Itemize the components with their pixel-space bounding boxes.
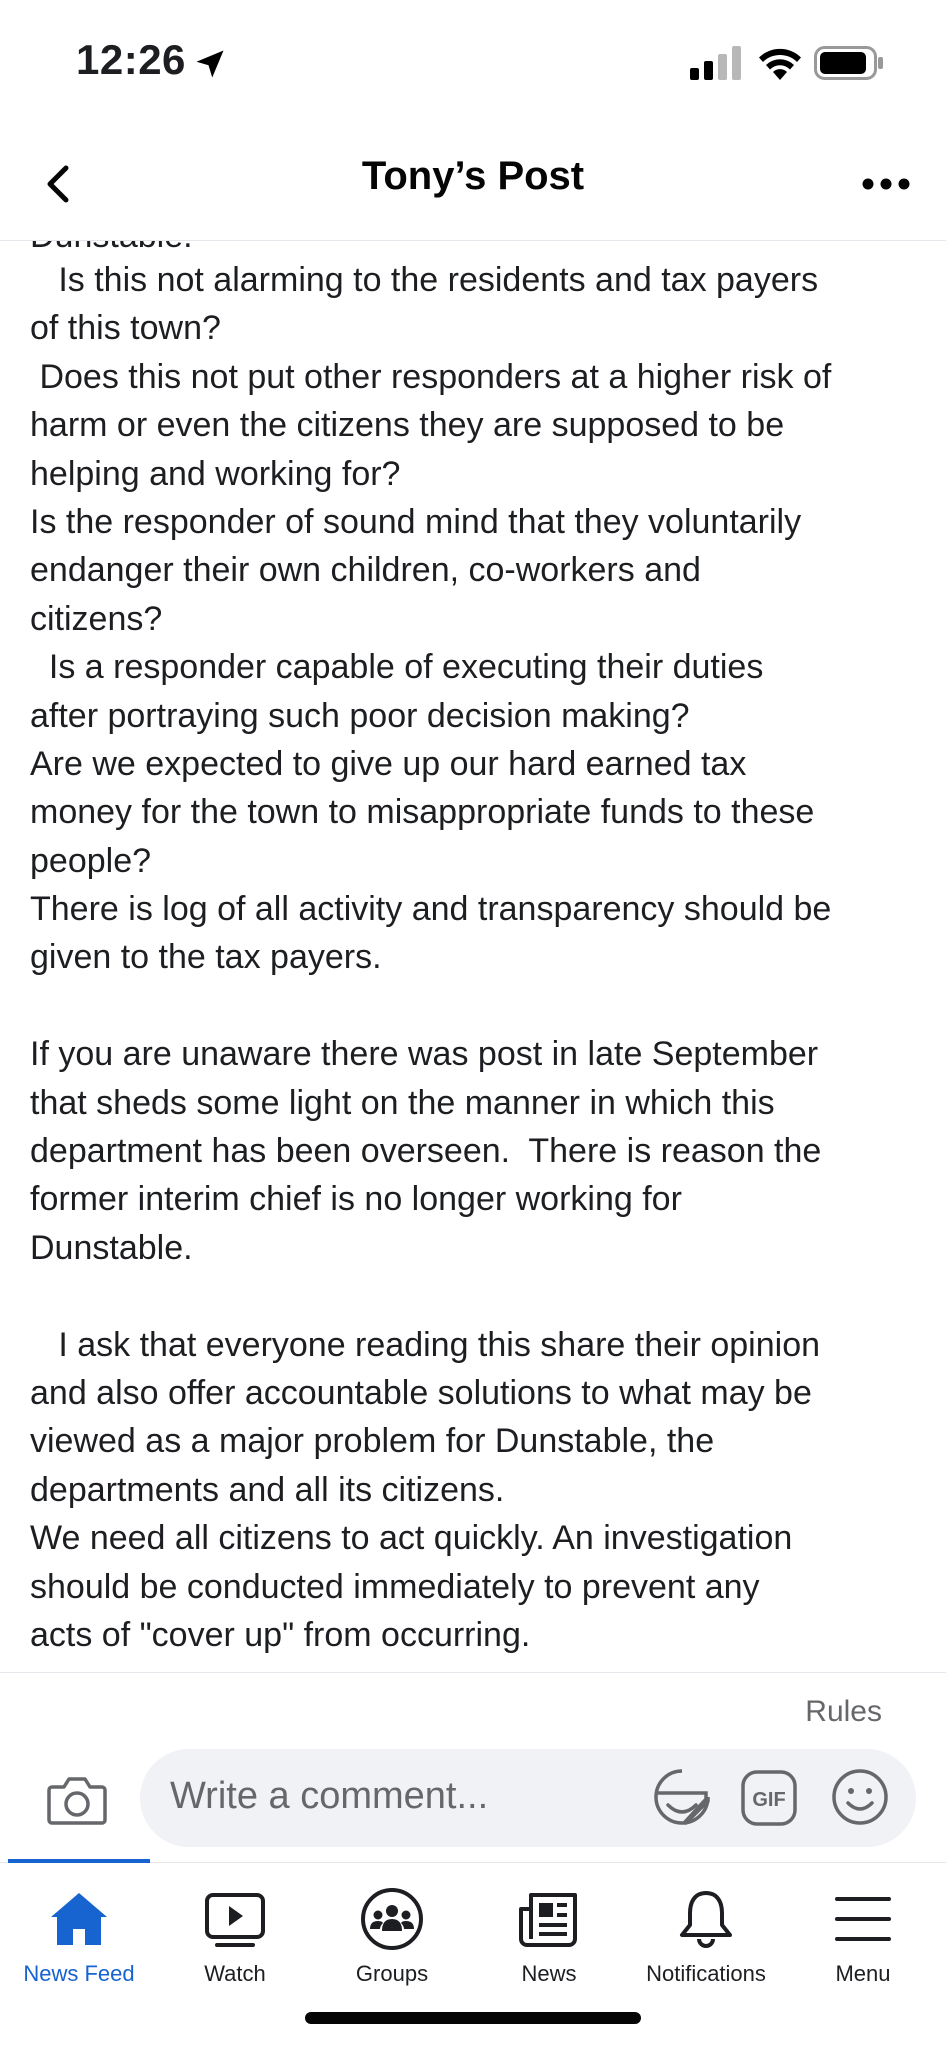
post-text-line: people? (30, 841, 152, 880)
hamburger-icon (835, 1897, 891, 1941)
post-text-line: harm or even the citizens they are suppo… (30, 406, 785, 445)
tab-label: Groups (355, 1961, 429, 1986)
post-text-line (30, 982, 930, 1030)
sticker-icon[interactable] (650, 1765, 714, 1829)
post-text-line: Is a responder capable of executing thei… (30, 648, 764, 687)
tab-label: Watch (204, 1961, 266, 1986)
post-text-line: We need all citizens to act quickly. An … (30, 1519, 793, 1558)
tab-label: Menu (835, 1961, 891, 1986)
groups-icon (361, 1888, 423, 1950)
status-time: 12:26 (76, 36, 186, 83)
post-text-line: citizens? (30, 599, 163, 638)
tab-label: News (521, 1961, 577, 1986)
post-text-line: after portraying such poor decision maki… (30, 696, 690, 735)
gif-icon[interactable]: GIF (740, 1769, 798, 1827)
post-text-line (30, 1272, 930, 1320)
post-body: Dunstable. Is this not alarming to the r… (0, 240, 946, 1670)
post-text-line: helping and working for? (30, 454, 401, 493)
post-text-line: Dunstable. (30, 1228, 193, 1267)
post-text-line: Is this not alarming to the residents an… (30, 261, 819, 299)
post-text-line: that sheds some light on the manner in w… (30, 1083, 775, 1122)
battery-icon (814, 46, 883, 80)
tab-news[interactable]: News (470, 1863, 628, 2013)
post-text-line: and also offer accountable solutions to … (30, 1373, 812, 1412)
bell-icon (680, 1891, 732, 1948)
post-text-line: Does this not put other responders at a … (30, 357, 832, 396)
post-text-line: should be conducted immediately to preve… (30, 1567, 760, 1606)
tab-notifications[interactable]: Notifications (627, 1863, 785, 2013)
post-text-line: endanger their own children, co-workers … (30, 551, 701, 590)
post-text-line: department has been overseen. There is r… (30, 1132, 822, 1171)
post-text-line: money for the town to misappropriate fun… (30, 793, 815, 832)
watch-icon (205, 1893, 265, 1947)
page-title: Tony’s Post (361, 154, 585, 198)
post-text-line: acts of "cover up" from occurring. (30, 1615, 531, 1654)
post-text-line: departments and all its citizens. (30, 1470, 505, 1509)
post-text: Is this not alarming to the residents an… (30, 256, 930, 1659)
post-text-line: There is log of all activity and transpa… (30, 890, 832, 929)
post-text-line: of this town? (30, 309, 221, 348)
tab-groups[interactable]: Groups (313, 1863, 471, 2013)
post-text-line: Is the responder of sound mind that they… (30, 502, 802, 541)
emoji-icon[interactable] (830, 1767, 890, 1827)
home-icon (51, 1893, 107, 1945)
cellular-signal-icon (690, 46, 741, 80)
home-indicator (305, 2012, 641, 2024)
post-text-line: former interim chief is no longer workin… (30, 1180, 682, 1219)
post-header: Tony’s Post (0, 130, 946, 241)
post-text-line: given to the tax payers. (30, 938, 382, 977)
tab-watch[interactable]: Watch (156, 1863, 314, 2013)
location-arrow-icon (196, 50, 224, 78)
wifi-icon (759, 48, 801, 80)
comment-input[interactable]: Write a comment... GIF (140, 1749, 916, 1847)
camera-icon[interactable] (46, 1771, 108, 1827)
status-bar: 12:26 (0, 0, 946, 130)
comment-placeholder: Write a comment... (170, 1775, 489, 1817)
news-icon (519, 1893, 577, 1947)
post-text-line: I ask that everyone reading this share t… (30, 1325, 821, 1364)
rules-link[interactable]: Rules (805, 1695, 882, 1729)
tab-news-feed[interactable]: News Feed (0, 1863, 158, 2013)
comment-composer: Rules Write a comment... GIF (0, 1672, 946, 1863)
tab-label: News Feed (23, 1961, 135, 1986)
post-text-line: Are we expected to give up our hard earn… (30, 744, 747, 783)
svg-text:GIF: GIF (752, 1789, 785, 1811)
more-options-icon[interactable] (856, 162, 916, 206)
tab-menu[interactable]: Menu (784, 1863, 942, 2013)
tab-label: Notifications (646, 1961, 766, 1986)
post-text-line: If you are unaware there was post in lat… (30, 1035, 819, 1074)
post-text-line: viewed as a major problem for Dunstable,… (30, 1422, 715, 1461)
